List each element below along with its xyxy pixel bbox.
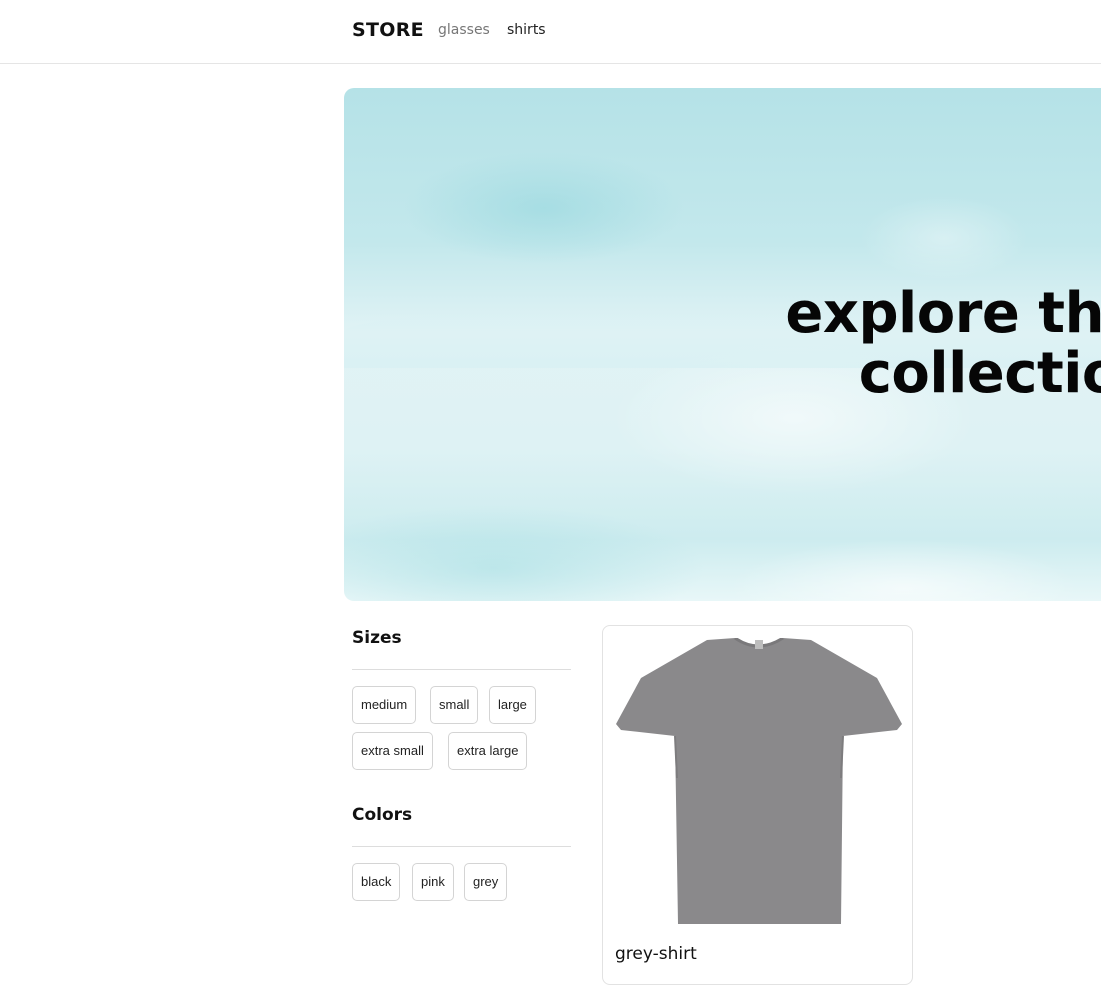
nav-link-shirts[interactable]: shirts [507,22,546,38]
color-chip-black[interactable]: black [352,863,401,901]
colors-heading: Colors [352,805,413,825]
grey-tshirt-image[interactable] [615,638,902,924]
size-chip-small[interactable]: small [430,686,479,724]
sizes-heading: Sizes [352,628,402,648]
product-card[interactable]: grey-shirt [602,625,913,985]
brand-logo[interactable]: STORE [352,19,424,41]
size-chip-large[interactable]: large [489,686,536,724]
sizes-divider [352,669,571,670]
hero-title: explore the sh collection [785,281,1101,406]
size-chip-extra-small[interactable]: extra small [352,732,433,770]
colors-divider [352,846,571,847]
color-chip-pink[interactable]: pink [412,863,454,901]
size-chip-medium[interactable]: medium [352,686,417,724]
top-navigation: STORE glasses shirts [0,0,1101,64]
nav-link-glasses[interactable]: glasses [438,22,490,38]
color-chip-grey[interactable]: grey [464,863,508,901]
hero-banner: explore the sh collection [344,88,1101,601]
product-name[interactable]: grey-shirt [615,944,697,964]
size-chip-extra-large[interactable]: extra large [448,732,528,770]
tshirt-tag [755,640,763,649]
